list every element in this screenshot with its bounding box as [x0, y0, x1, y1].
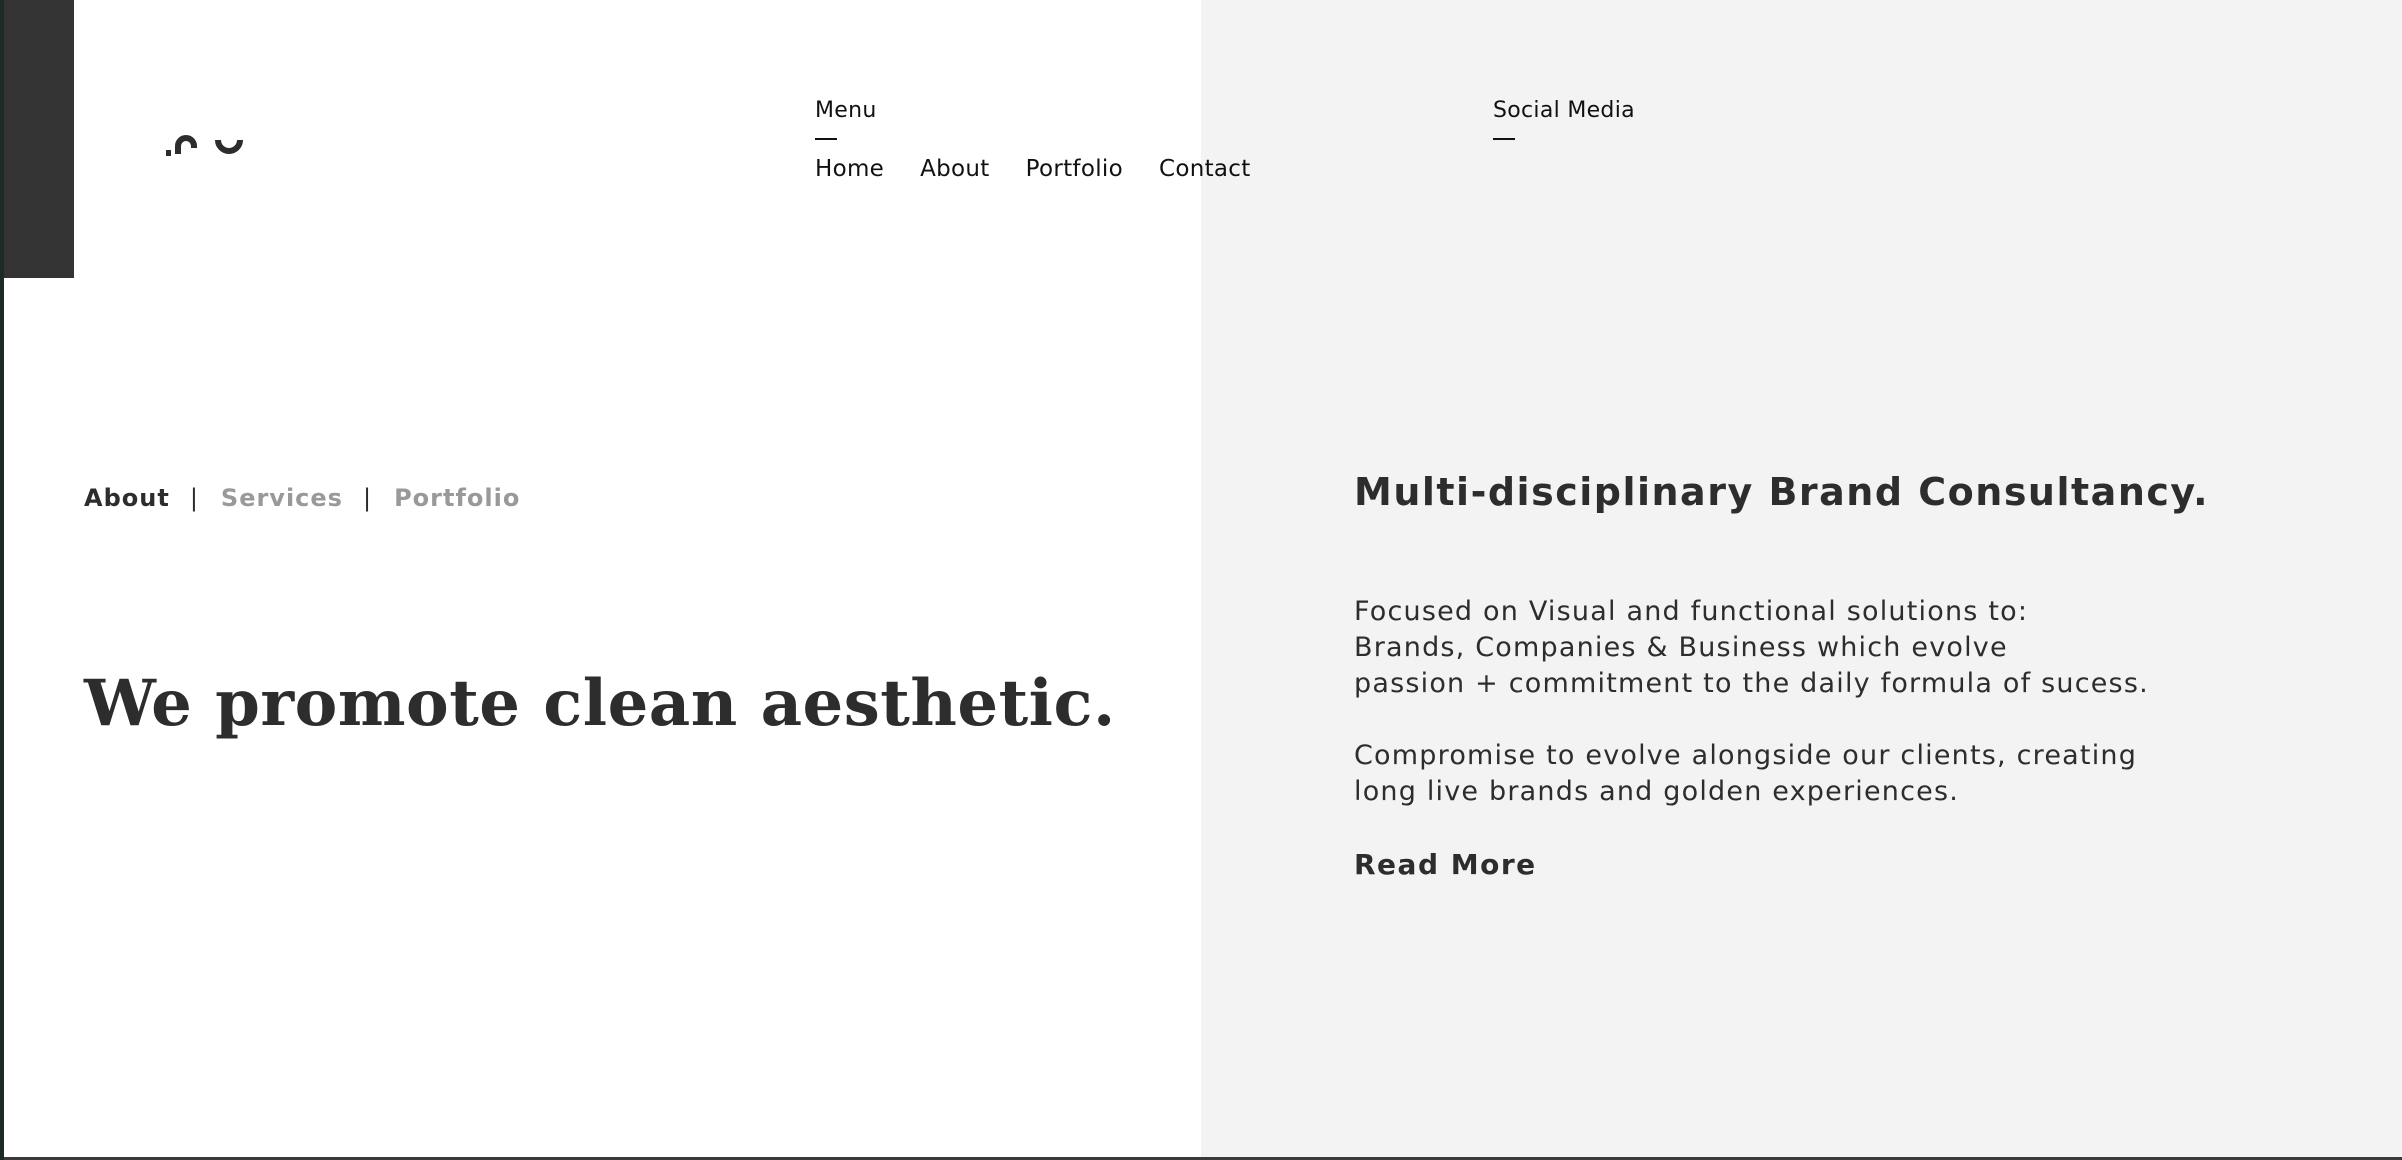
about-content: Multi-disciplinary Brand Consultancy. Fo…	[1354, 470, 2254, 881]
social-block: Social Media	[1493, 98, 1635, 140]
about-title: Multi-disciplinary Brand Consultancy.	[1354, 470, 2210, 514]
paragraph-line: passion + commitment to the daily formul…	[1354, 668, 2149, 699]
right-panel	[1201, 0, 2402, 1157]
menu-block: Menu Home About Portfolio Contact	[815, 98, 1250, 182]
section-subnav: About | Services | Portfolio	[84, 484, 520, 512]
subnav-separator: |	[189, 484, 199, 512]
paragraph-line: Compromise to evolve alongside our clien…	[1354, 740, 2138, 771]
paragraph-line: Brands, Companies & Business which evolv…	[1354, 632, 2008, 663]
subnav-separator: |	[362, 484, 373, 512]
social-label: Social Media	[1493, 98, 1635, 123]
subnav-about[interactable]: About	[84, 484, 170, 512]
social-dash	[1493, 138, 1515, 140]
dark-side-strip	[4, 0, 74, 278]
nav-portfolio-link[interactable]: Portfolio	[1026, 156, 1123, 182]
menu-dash	[815, 138, 837, 140]
paragraph-line: Focused on Visual and functional solutio…	[1354, 596, 2029, 627]
about-paragraph-1: Focused on Visual and functional solutio…	[1354, 594, 2149, 702]
hero-headline: We promote clean aesthetic.	[84, 666, 1116, 741]
logo-icon[interactable]	[164, 126, 254, 160]
main-nav: Home About Portfolio Contact	[815, 156, 1251, 182]
nav-home-link[interactable]: Home	[815, 156, 884, 182]
subnav-services[interactable]: Services	[221, 484, 343, 512]
paragraph-line: long live brands and golden experiences.	[1354, 776, 1959, 807]
about-paragraph-2: Compromise to evolve alongside our clien…	[1354, 738, 2137, 810]
page: Menu Home About Portfolio Contact Social…	[4, 0, 2402, 1157]
read-more-link[interactable]: Read More	[1354, 848, 1537, 881]
nav-contact-link[interactable]: Contact	[1159, 156, 1251, 182]
menu-label: Menu	[815, 98, 877, 123]
nav-about-link[interactable]: About	[920, 156, 990, 182]
subnav-portfolio[interactable]: Portfolio	[394, 484, 520, 512]
